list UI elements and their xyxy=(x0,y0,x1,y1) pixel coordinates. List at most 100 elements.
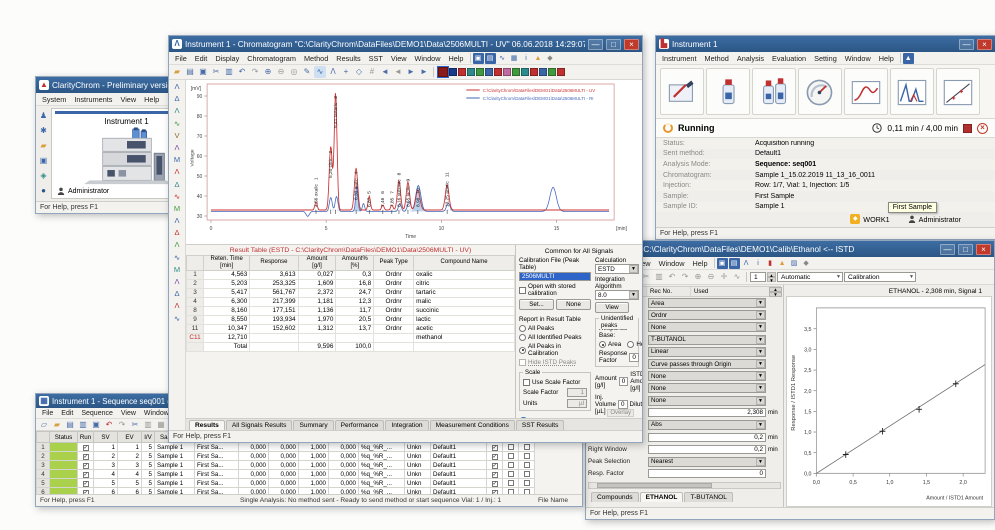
sequence-cell[interactable]: 5 xyxy=(142,452,155,461)
single-analysis-button[interactable] xyxy=(706,68,750,115)
result-table-row[interactable]: 35,417561,7672,37224,7Ordnrtartaric xyxy=(187,288,515,297)
sequence-bottles-button[interactable] xyxy=(752,68,796,115)
redo-icon[interactable]: ↷ xyxy=(116,419,128,431)
sequence-cell[interactable] xyxy=(519,461,535,470)
menu-item-window[interactable]: Window xyxy=(411,53,445,64)
signal-color-swatch[interactable] xyxy=(458,68,466,76)
result-cell[interactable]: 8,550 xyxy=(204,315,250,324)
abort-button[interactable]: × xyxy=(977,123,988,134)
result-cell[interactable]: 4,563 xyxy=(204,270,250,279)
sequence-cell[interactable]: %q_%R_... xyxy=(359,452,405,461)
result-cell[interactable]: 8,160 xyxy=(204,306,250,315)
result-cell[interactable]: 9 xyxy=(187,315,204,324)
result-table-row[interactable]: 1110,347152,6021,31213,7Ordnracetic xyxy=(187,324,515,333)
sequence-cell[interactable]: %q_%R_... xyxy=(359,443,405,452)
result-table-row[interactable]: 88,160177,1511,13611,7Ordnrsuccinic xyxy=(187,306,515,315)
run-checkbox[interactable] xyxy=(492,445,498,451)
calibration-property-select[interactable]: None▼ xyxy=(648,383,766,393)
peak-tool-icon[interactable]: Δ xyxy=(171,227,184,239)
result-cell[interactable]: 3,613 xyxy=(250,270,298,279)
set-button[interactable]: Set... xyxy=(519,299,554,310)
sequence-cell[interactable]: 0,000 xyxy=(329,452,359,461)
result-column-header[interactable]: Compound Name xyxy=(414,256,515,271)
tab-sst-results[interactable]: SST Results xyxy=(516,420,565,430)
peak-tool-icon[interactable]: Λ xyxy=(171,215,184,227)
result-cell[interactable]: Ordnr xyxy=(374,279,414,288)
calibration-property-field[interactable]: 0 xyxy=(648,469,766,478)
export-icon[interactable]: ▲ xyxy=(777,258,788,269)
sequence-cell[interactable]: 0,000 xyxy=(329,479,359,488)
result-cell[interactable]: citric xyxy=(414,279,515,288)
tab-ethanol[interactable]: ETHANOL xyxy=(640,492,684,502)
sequence-cell[interactable]: 1,000 xyxy=(299,461,329,470)
result-cell[interactable]: 0,027 xyxy=(298,270,336,279)
sequence-cell[interactable]: 5 xyxy=(142,470,155,479)
sequence-cell[interactable]: Sample 1 xyxy=(155,479,195,488)
signal-color-swatch[interactable] xyxy=(530,68,538,76)
result-table-row[interactable]: 98,550193,9341,97020,5Ordnrlactic xyxy=(187,315,515,324)
point-icon[interactable]: ✛ xyxy=(718,271,730,283)
network-icon[interactable]: ◈ xyxy=(38,170,50,182)
menu-item-display[interactable]: Display xyxy=(211,53,243,64)
result-cell[interactable]: C11 xyxy=(187,333,204,342)
sequence-cell[interactable] xyxy=(519,443,535,452)
result-cell[interactable]: 1,181 xyxy=(298,297,336,306)
status-cell[interactable] xyxy=(50,461,78,470)
zoom-out-icon[interactable]: ⊖ xyxy=(705,271,717,283)
column-used[interactable]: Used xyxy=(691,287,771,296)
sequence-cell[interactable]: %q_%R_... xyxy=(359,470,405,479)
folder-icon[interactable]: ▰ xyxy=(38,140,50,152)
menu-item-view[interactable]: View xyxy=(116,94,140,105)
sequence-cell[interactable] xyxy=(503,461,519,470)
chromatogram-button[interactable] xyxy=(890,68,934,115)
compare-icon[interactable]: ▤ xyxy=(485,53,496,64)
sequence-cell[interactable] xyxy=(78,443,94,452)
signal-icon[interactable]: ∿ xyxy=(314,66,326,78)
result-cell[interactable]: 1,312 xyxy=(298,324,336,333)
result-cell[interactable]: 4 xyxy=(187,297,204,306)
menu-item-edit[interactable]: Edit xyxy=(57,409,77,418)
recalc-mode-select[interactable]: Automatic▼ xyxy=(777,272,843,282)
sequence-cell[interactable]: 0,000 xyxy=(269,443,299,452)
sequence-cell[interactable]: Sample 1 xyxy=(155,461,195,470)
result-cell[interactable]: 217,399 xyxy=(250,297,298,306)
title-bar[interactable]: ▙ Instrument 1 — × xyxy=(656,36,995,52)
compare-icon[interactable]: ▤ xyxy=(729,258,740,269)
sequence-cell[interactable]: Sample 1 xyxy=(155,452,195,461)
signal-color-swatch[interactable] xyxy=(503,68,511,76)
calibration-property-field[interactable]: 2,308 xyxy=(648,408,766,417)
peak-tool-icon[interactable]: Λ xyxy=(171,300,184,312)
prev-icon[interactable]: ◄ xyxy=(392,66,404,78)
fit-icon[interactable]: ◇ xyxy=(353,66,365,78)
result-cell[interactable]: 5,417 xyxy=(204,288,250,297)
column-recno[interactable]: Rec No. xyxy=(647,287,691,296)
sequence-row[interactable]: 2225Sample 1First Sa...0,0000,0001,0000,… xyxy=(37,452,535,461)
result-cell[interactable]: acetic xyxy=(414,324,515,333)
result-cell[interactable]: malic xyxy=(414,297,515,306)
info-icon[interactable]: i xyxy=(753,258,764,269)
status-cell[interactable] xyxy=(50,452,78,461)
tab-all-signals-results[interactable]: All Signals Results xyxy=(226,420,293,430)
sequence-cell[interactable]: 0,000 xyxy=(239,479,269,488)
view-mode-select[interactable]: Calibration▼ xyxy=(844,272,916,282)
calibration-property-select[interactable]: Linear▼ xyxy=(648,347,766,357)
export-icon[interactable]: ▲ xyxy=(533,53,544,64)
result-cell[interactable] xyxy=(187,342,204,351)
integration-select[interactable]: 8.0▼ xyxy=(595,290,639,300)
result-column-header[interactable] xyxy=(187,256,204,271)
run-checkbox[interactable] xyxy=(524,480,530,486)
sequence-row[interactable]: 4445Sample 1First Sa...0,0000,0001,0000,… xyxy=(37,470,535,479)
result-column-header[interactable]: Amount% [%] xyxy=(336,256,374,271)
peaks-in-calibration-radio[interactable] xyxy=(519,347,526,354)
result-column-header[interactable]: Reten. Time [min] xyxy=(204,256,250,271)
menu-item-help[interactable]: Help xyxy=(140,94,163,105)
signal-color-swatch[interactable] xyxy=(476,68,484,76)
result-cell[interactable]: 561,767 xyxy=(250,288,298,297)
minimize-button[interactable]: — xyxy=(940,244,955,255)
peak-tool-icon[interactable]: V xyxy=(171,130,184,142)
sequence-row[interactable]: 1115Sample 1First Sa...0,0000,0001,0000,… xyxy=(37,443,535,452)
run-checkbox[interactable] xyxy=(83,481,89,487)
hide-istd-checkbox[interactable] xyxy=(519,359,526,366)
sequence-cell[interactable]: Default1 xyxy=(431,452,487,461)
result-cell[interactable]: 12,710 xyxy=(204,333,250,342)
